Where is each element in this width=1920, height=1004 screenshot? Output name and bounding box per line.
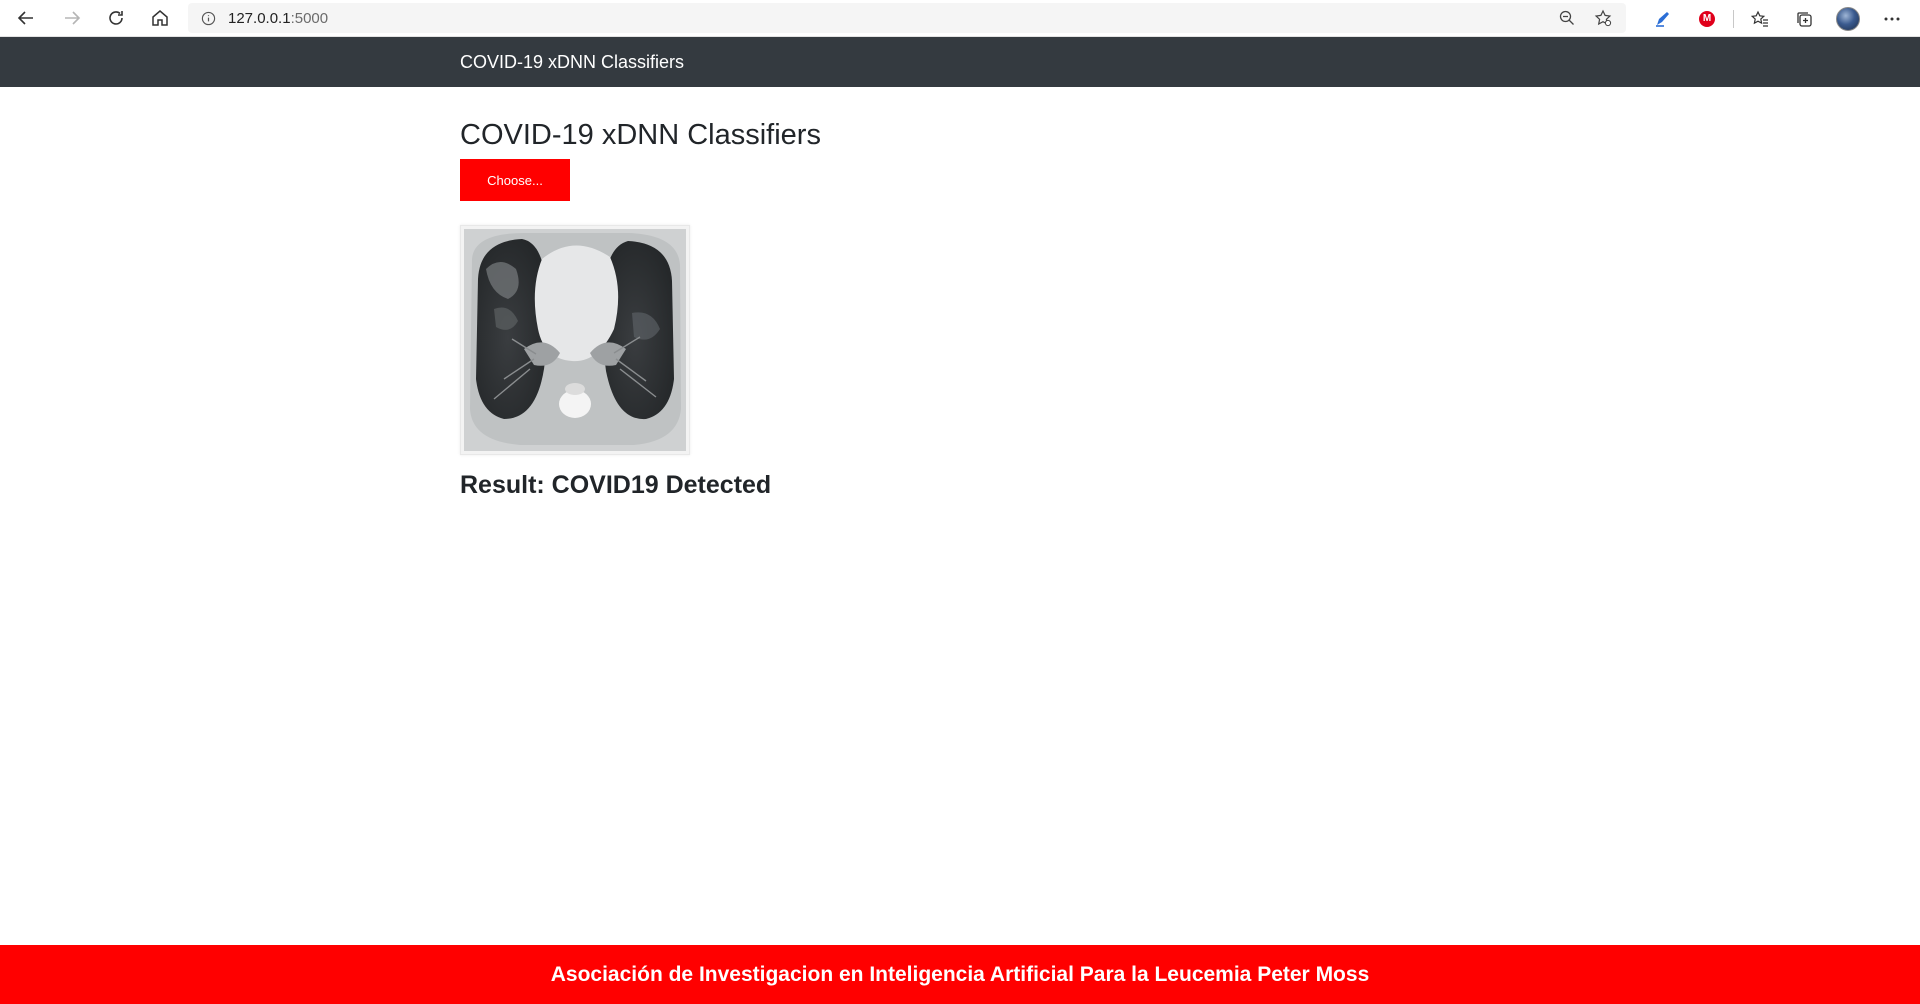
profile-avatar bbox=[1836, 6, 1860, 31]
url-text: 127.0.0.1:5000 bbox=[228, 10, 328, 27]
site-navbar: COVID-19 xDNN Classifiers bbox=[0, 37, 1920, 87]
footer-text: Asociación de Investigacion en Inteligen… bbox=[550, 962, 1370, 986]
main-content: COVID-19 xDNN Classifiers Choose... Resu… bbox=[460, 87, 1460, 501]
back-button[interactable] bbox=[4, 1, 48, 35]
site-footer: Asociación de Investigacion en Inteligen… bbox=[0, 945, 1920, 1004]
zoom-out-icon[interactable] bbox=[1552, 3, 1582, 33]
home-button[interactable] bbox=[138, 1, 182, 35]
address-bar[interactable]: 127.0.0.1:5000 bbox=[188, 3, 1626, 33]
add-favorite-icon[interactable] bbox=[1588, 3, 1618, 33]
info-icon[interactable] bbox=[188, 11, 228, 26]
url-host: 127.0.0.1 bbox=[228, 9, 291, 27]
browser-toolbar: 127.0.0.1:5000 M bbox=[0, 0, 1920, 37]
red-extension-letter: M bbox=[1699, 10, 1715, 27]
page-title: COVID-19 xDNN Classifiers bbox=[460, 119, 821, 151]
result-text: Result: COVID19 Detected bbox=[460, 471, 772, 499]
forward-icon bbox=[65, 11, 81, 25]
profile-button[interactable] bbox=[1826, 0, 1870, 37]
toolbar-separator bbox=[1733, 9, 1734, 28]
ct-scan-preview bbox=[460, 225, 690, 455]
navbar-brand[interactable]: COVID-19 xDNN Classifiers bbox=[460, 37, 684, 87]
more-icon[interactable] bbox=[1870, 0, 1914, 37]
pen-extension-icon[interactable] bbox=[1641, 0, 1685, 37]
choose-file-button[interactable]: Choose... bbox=[460, 159, 570, 201]
refresh-button[interactable] bbox=[94, 1, 138, 35]
red-extension-icon[interactable]: M bbox=[1685, 0, 1729, 37]
ct-scan-image bbox=[464, 229, 686, 451]
url-port: :5000 bbox=[290, 9, 329, 27]
forward-button[interactable] bbox=[50, 1, 94, 35]
collections-icon[interactable] bbox=[1782, 0, 1826, 37]
back-icon bbox=[17, 11, 33, 25]
home-icon bbox=[152, 10, 168, 26]
refresh-icon bbox=[109, 11, 123, 25]
favorites-icon[interactable] bbox=[1738, 0, 1782, 37]
